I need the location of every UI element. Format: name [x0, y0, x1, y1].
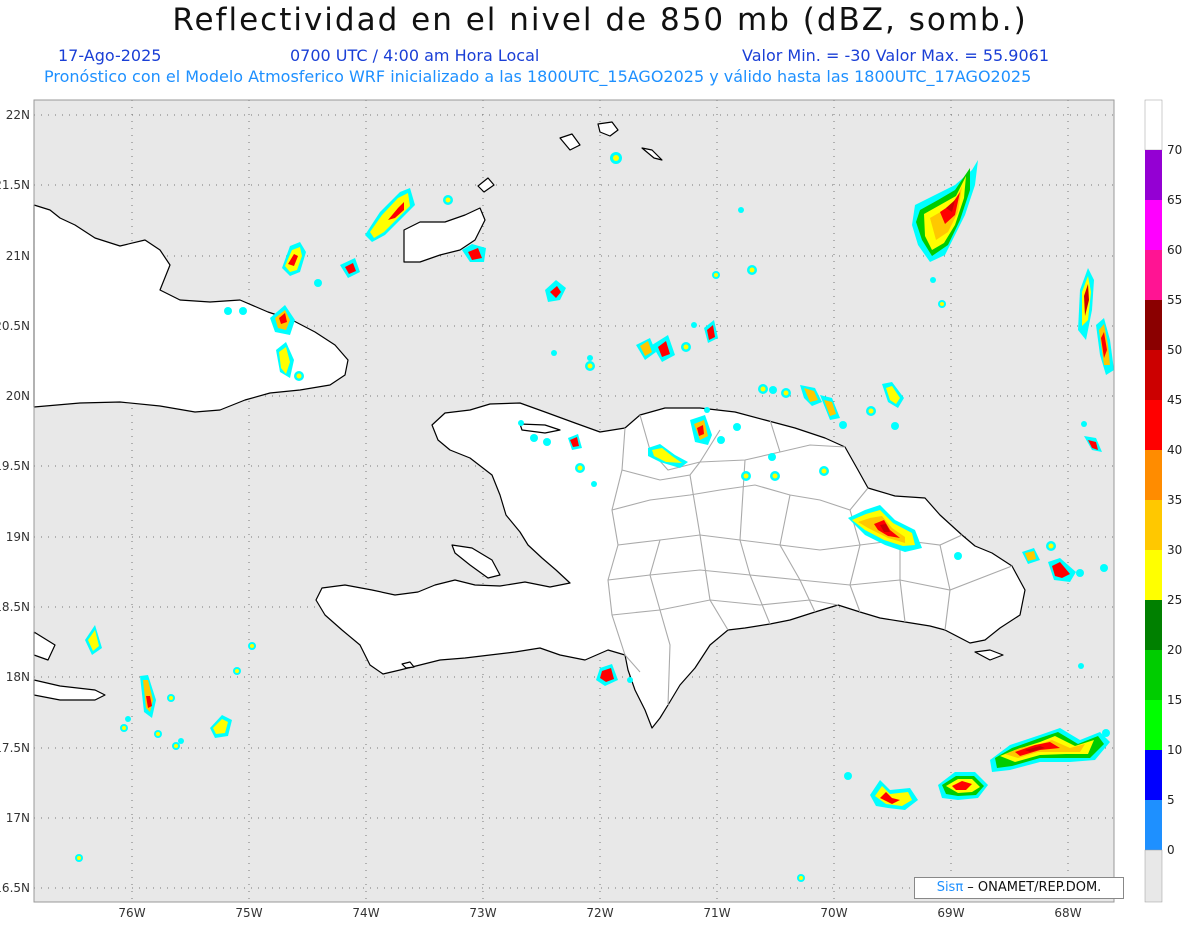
credit-text: – ONAMET/REP.DOM. [963, 880, 1102, 895]
sis-pi-logo-text: Sisπ [936, 880, 964, 895]
lat-label: 20.5N [0, 319, 30, 333]
legend-label: 70 [1167, 143, 1182, 157]
lat-label: 17N [6, 811, 30, 825]
lat-label: 19.5N [0, 459, 30, 473]
latitude-labels: 22N 21.5N 21N 20.5N 20N 19.5N 19N 18.5N … [0, 108, 30, 895]
legend-swatch [1145, 400, 1162, 450]
forecast-time: 0700 UTC / 4:00 am Hora Local [290, 46, 540, 65]
map-title: Reflectividad en el nivel de 850 mb (dBZ… [172, 2, 1028, 38]
lon-label: 68W [1054, 906, 1081, 920]
credit-box: Sisπ – ONAMET/REP.DOM. [914, 877, 1124, 899]
lon-label: 70W [820, 906, 847, 920]
legend-swatch [1145, 350, 1162, 400]
lat-label: 17.5N [0, 741, 30, 755]
lat-label: 22N [6, 108, 30, 122]
longitude-labels: 76W 75W 74W 73W 72W 71W 70W 69W 68W [118, 906, 1081, 920]
lat-label: 18.5N [0, 600, 30, 614]
lon-label: 69W [937, 906, 964, 920]
legend-label: 0 [1167, 843, 1175, 857]
lat-label: 19N [6, 530, 30, 544]
legend-swatch [1145, 250, 1162, 300]
lon-label: 71W [703, 906, 730, 920]
lon-label: 76W [118, 906, 145, 920]
color-legend: 70 65 60 55 50 45 40 35 30 25 20 15 10 5… [1144, 99, 1182, 903]
legend-label: 55 [1167, 293, 1182, 307]
lon-label: 74W [352, 906, 379, 920]
legend-label: 20 [1167, 643, 1182, 657]
reflectivity-map: 22N 21.5N 21N 20.5N 20N 19.5N 19N 18.5N … [0, 99, 1182, 920]
legend-label: 45 [1167, 393, 1182, 407]
legend-label: 35 [1167, 493, 1182, 507]
legend-label: 60 [1167, 243, 1182, 257]
legend-swatch [1145, 750, 1162, 800]
lat-label: 21N [6, 249, 30, 263]
legend-swatch [1145, 500, 1162, 550]
lon-label: 72W [586, 906, 613, 920]
value-range: Valor Min. = -30 Valor Max. = 55.9061 [742, 46, 1049, 65]
legend-label: 30 [1167, 543, 1182, 557]
legend-label: 25 [1167, 593, 1182, 607]
legend-swatch [1145, 150, 1162, 200]
legend-label: 50 [1167, 343, 1182, 357]
legend-swatch [1145, 800, 1162, 850]
legend-swatch [1145, 700, 1162, 750]
legend-label: 65 [1167, 193, 1182, 207]
model-info: Pronóstico con el Modelo Atmosferico WRF… [44, 67, 1032, 86]
lon-label: 73W [469, 906, 496, 920]
legend-swatch [1145, 300, 1162, 350]
legend-swatch [1145, 550, 1162, 600]
legend-swatch [1145, 450, 1162, 500]
legend-swatch [1145, 600, 1162, 650]
lat-label: 20N [6, 389, 30, 403]
lat-label: 16.5N [0, 881, 30, 895]
legend-label: 10 [1167, 743, 1182, 757]
legend-label: 15 [1167, 693, 1182, 707]
legend-label: 5 [1167, 793, 1175, 807]
legend-label: 40 [1167, 443, 1182, 457]
legend-swatch [1145, 650, 1162, 700]
forecast-date: 17-Ago-2025 [58, 46, 162, 65]
legend-swatch [1145, 200, 1162, 250]
lat-label: 21.5N [0, 178, 30, 192]
lon-label: 75W [235, 906, 262, 920]
lat-label: 18N [6, 670, 30, 684]
